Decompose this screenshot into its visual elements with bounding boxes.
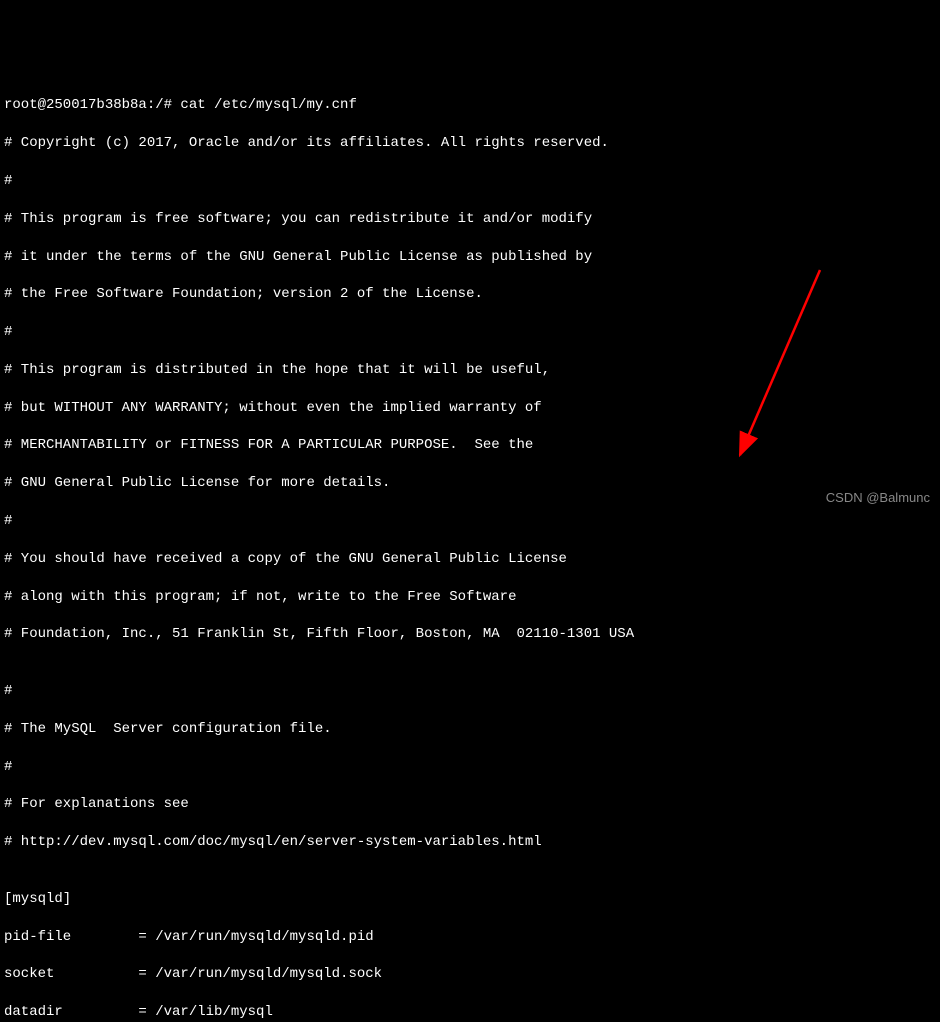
config-line: # http://dev.mysql.com/doc/mysql/en/serv… [4, 833, 936, 852]
config-line: # it under the terms of the GNU General … [4, 248, 936, 267]
config-line: # This program is free software; you can… [4, 210, 936, 229]
config-line: # [4, 172, 936, 191]
config-line: # along with this program; if not, write… [4, 588, 936, 607]
config-line: # [4, 323, 936, 342]
watermark-text: CSDN @Balmunc [826, 489, 930, 507]
config-line: # Copyright (c) 2017, Oracle and/or its … [4, 134, 936, 153]
config-line: # [4, 682, 936, 701]
config-line: # For explanations see [4, 795, 936, 814]
config-line: # the Free Software Foundation; version … [4, 285, 936, 304]
config-line: # but WITHOUT ANY WARRANTY; without even… [4, 399, 936, 418]
config-line: datadir = /var/lib/mysql [4, 1003, 936, 1022]
config-line: pid-file = /var/run/mysqld/mysqld.pid [4, 928, 936, 947]
config-line: # [4, 758, 936, 777]
config-line: socket = /var/run/mysqld/mysqld.sock [4, 965, 936, 984]
config-line: # [4, 512, 936, 531]
config-line: # This program is distributed in the hop… [4, 361, 936, 380]
config-line: # MERCHANTABILITY or FITNESS FOR A PARTI… [4, 436, 936, 455]
config-line: # Foundation, Inc., 51 Franklin St, Fift… [4, 625, 936, 644]
command-prompt: root@250017b38b8a:/# cat /etc/mysql/my.c… [4, 96, 936, 115]
config-line: # You should have received a copy of the… [4, 550, 936, 569]
terminal-output: root@250017b38b8a:/# cat /etc/mysql/my.c… [0, 76, 940, 1022]
config-section: [mysqld] [4, 890, 936, 909]
config-line: # GNU General Public License for more de… [4, 474, 936, 493]
config-line: # The MySQL Server configuration file. [4, 720, 936, 739]
